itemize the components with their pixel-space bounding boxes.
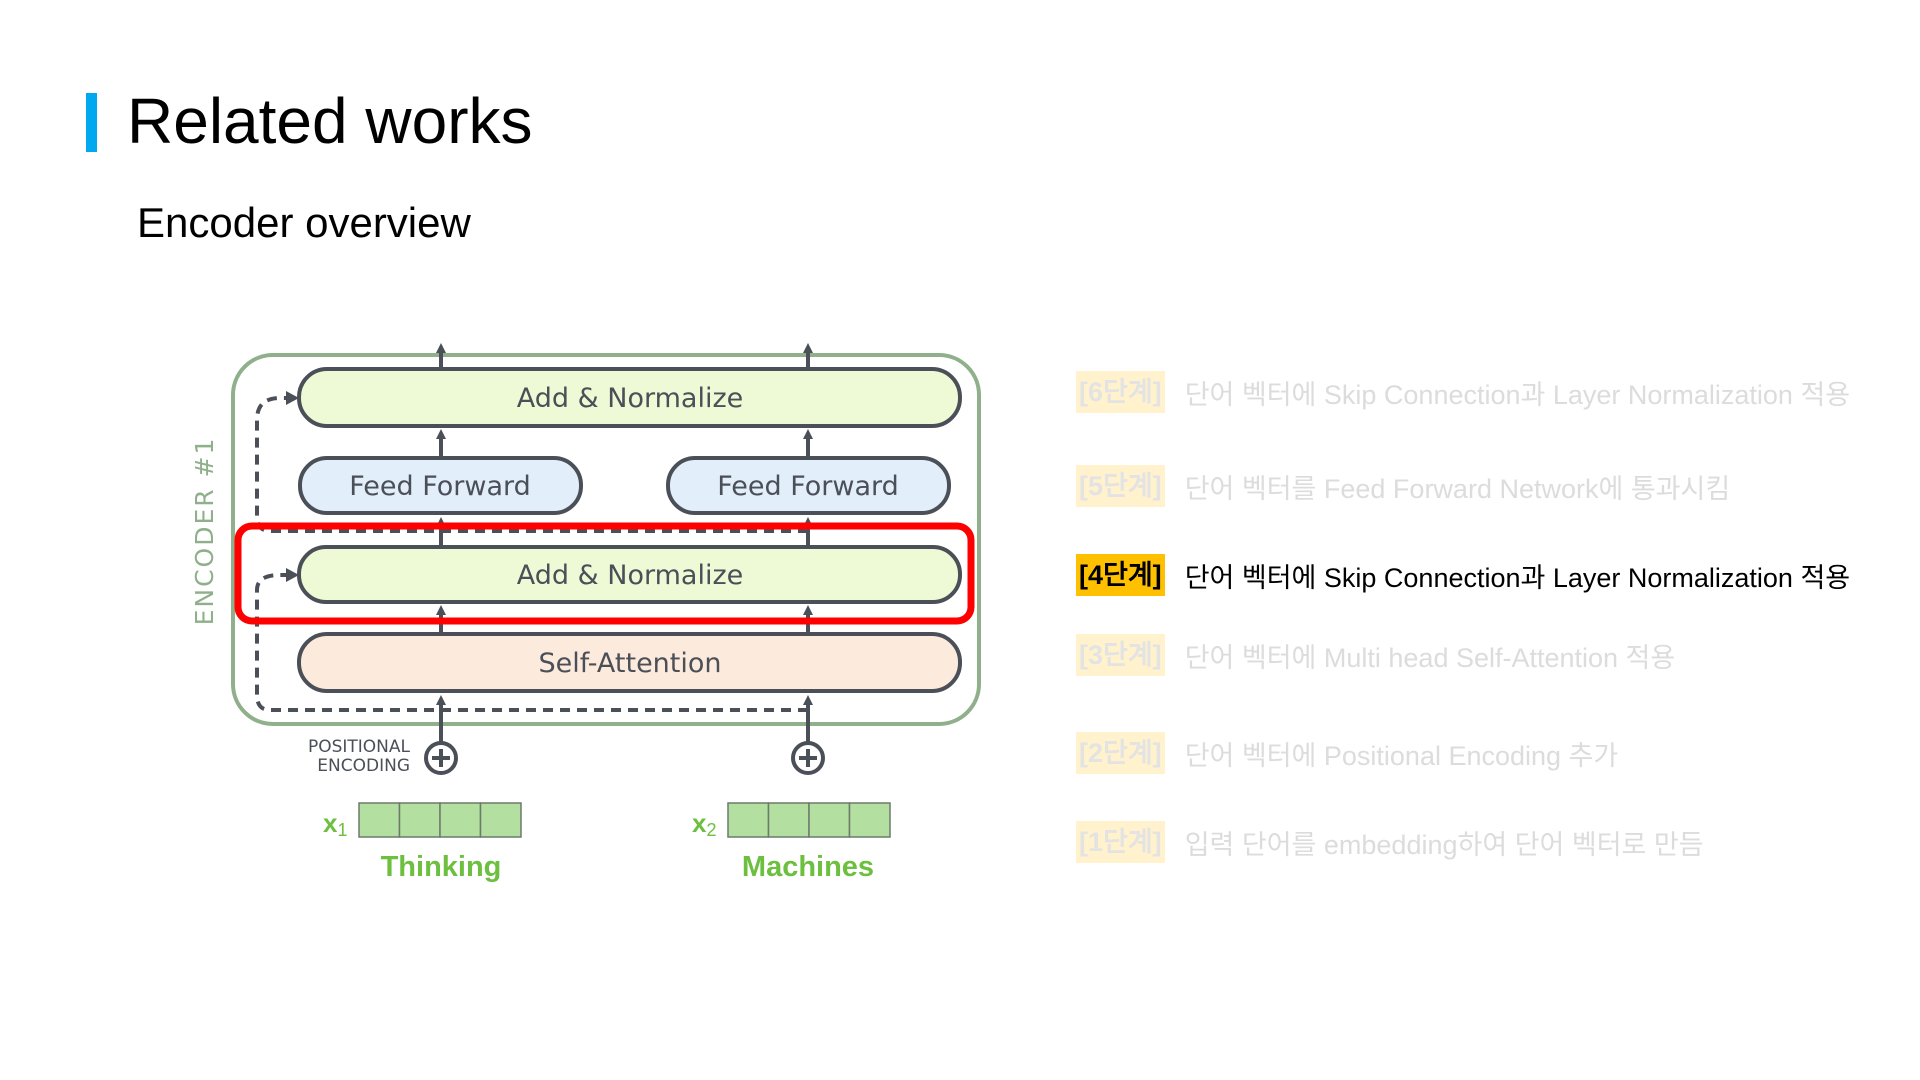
plus-circle-icon (424, 741, 458, 775)
step-item: [2단계] 단어 벡터에 Positional Encoding 추가 (1076, 731, 1618, 775)
input-embedding-1: x1 Thinking (323, 802, 522, 883)
embedding-cell (727, 802, 770, 838)
step-badge: [2단계] (1076, 732, 1165, 774)
input-embeddings: x1 Thinking x2 Machines (323, 802, 891, 883)
step-badge: [5단계] (1076, 465, 1165, 507)
add-normalize-top-label: Add & Normalize (517, 383, 743, 414)
step-badge: [1단계] (1076, 821, 1165, 863)
step-badge: [6단계] (1076, 371, 1165, 413)
positional-encoding-label-line1: POSITIONAL (308, 737, 411, 757)
feed-forward-1-label: Feed Forward (349, 471, 531, 502)
self-attention-label: Self-Attention (538, 648, 721, 679)
step-text: 단어 벡터에 Skip Connection과 Layer Normalizat… (1184, 562, 1851, 593)
plus-circle-icon (791, 741, 825, 775)
embedding-cell (439, 802, 482, 838)
feed-forward-2-label: Feed Forward (717, 471, 899, 502)
step-badge: [4단계] (1076, 554, 1165, 596)
step-text: 단어 벡터를 Feed Forward Network에 통과시킴 (1184, 473, 1731, 504)
embedding-cell (358, 802, 401, 838)
positional-encoding-label-line2: ENCODING (317, 756, 410, 776)
encoder-diagram: ENCODER #1 Add & Normalize Feed Forward … (190, 343, 981, 883)
step-item: [4단계] 단어 벡터에 Skip Connection과 Layer Norma… (1076, 553, 1850, 597)
step-text: 입력 단어를 embedding하여 단어 벡터로 만듬 (1184, 829, 1704, 860)
step-text: 단어 벡터에 Multi head Self-Attention 적용 (1184, 642, 1676, 673)
encoder-label: ENCODER #1 (190, 437, 219, 626)
input-variable-label: x2 (692, 808, 716, 840)
add-normalize-mid-label: Add & Normalize (517, 560, 743, 591)
embedding-cell (848, 802, 891, 838)
embedding-cell (479, 802, 522, 838)
step-badge: [3단계] (1076, 634, 1165, 676)
embedding-cell (808, 802, 851, 838)
step-item: [1단계] 입력 단어를 embedding하여 단어 벡터로 만듬 (1076, 820, 1704, 864)
step-item: [6단계] 단어 벡터에 Skip Connection과 Layer Norma… (1076, 370, 1850, 414)
step-item: [5단계] 단어 벡터를 Feed Forward Network에 통과시킴 (1076, 464, 1730, 508)
embedding-cell (767, 802, 810, 838)
step-text: 단어 벡터에 Skip Connection과 Layer Normalizat… (1184, 379, 1851, 410)
input-word-label: Machines (742, 851, 874, 883)
embedding-cell (398, 802, 441, 838)
input-variable-label: x1 (323, 808, 347, 840)
input-word-label: Thinking (381, 851, 502, 883)
step-text: 단어 벡터에 Positional Encoding 추가 (1184, 740, 1619, 771)
input-embedding-2: x2 Machines (692, 802, 891, 883)
step-item: [3단계] 단어 벡터에 Multi head Self-Attention 적용 (1076, 633, 1675, 677)
